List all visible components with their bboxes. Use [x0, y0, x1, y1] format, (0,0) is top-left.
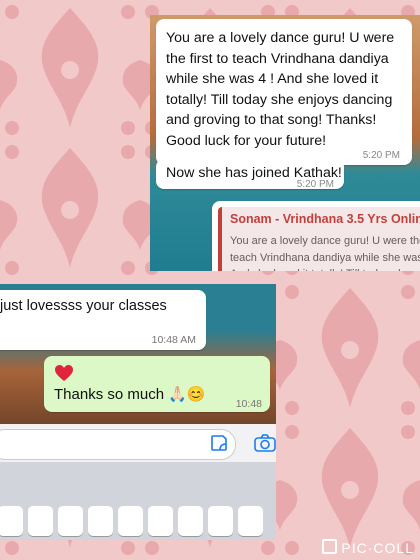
watermark: PIC·COLL	[322, 539, 414, 556]
message-timestamp: 10:48 AM	[151, 334, 196, 346]
outgoing-message-bubble[interactable]: Thanks so much 🙏🏻😊 10:48	[44, 356, 270, 412]
camera-icon[interactable]	[254, 434, 276, 452]
watermark-text: PIC·COLL	[341, 540, 414, 556]
keyboard-key[interactable]	[58, 506, 83, 536]
heart-icon	[55, 365, 73, 381]
message-text: You are a lovely dance guru! U were the …	[166, 30, 395, 149]
keyboard-key[interactable]	[118, 506, 143, 536]
pic-collage-logo-icon	[322, 539, 338, 554]
keyboard-key[interactable]	[88, 506, 113, 536]
incoming-message-bubble[interactable]: You are a lovely dance guru! U were the …	[156, 19, 412, 165]
quoted-message-text: You are a lovely dance guru! U were the …	[230, 235, 420, 271]
message-input-bar	[0, 424, 276, 462]
reply-message-bubble[interactable]: Sonam - Vrindhana 3.5 Yrs Online You are…	[212, 201, 420, 271]
keyboard-key[interactable]	[148, 506, 173, 536]
incoming-message-bubble[interactable]: Now she has joined Kathak! 5:20 PM	[156, 159, 344, 190]
top-chat-screenshot: You are a lovely dance guru! U were the …	[150, 15, 420, 271]
message-input[interactable]	[0, 429, 236, 460]
message-text: just lovessss your classes	[0, 298, 167, 314]
message-text: Thanks so much 🙏🏻😊	[54, 386, 206, 403]
quoted-reply-preview[interactable]: Sonam - Vrindhana 3.5 Yrs Online You are…	[218, 207, 420, 271]
keyboard-key[interactable]	[0, 506, 23, 536]
sticker-icon[interactable]	[210, 434, 228, 452]
message-timestamp: 10:48	[235, 398, 262, 410]
message-timestamp: 5:20 PM	[296, 179, 334, 190]
keyboard-key[interactable]	[178, 506, 203, 536]
keyboard-key[interactable]	[208, 506, 233, 536]
message-timestamp: 5:20 PM	[362, 150, 400, 161]
bottom-chat-screenshot: just lovessss your classes 10:48 AM Than…	[0, 284, 276, 540]
keyboard-key[interactable]	[28, 506, 53, 536]
quoted-sender-name: Sonam - Vrindhana 3.5 Yrs Online	[230, 212, 420, 226]
keyboard-key[interactable]	[238, 506, 263, 536]
keyboard	[0, 462, 276, 540]
incoming-message-bubble[interactable]: just lovessss your classes 10:48 AM	[0, 290, 206, 350]
